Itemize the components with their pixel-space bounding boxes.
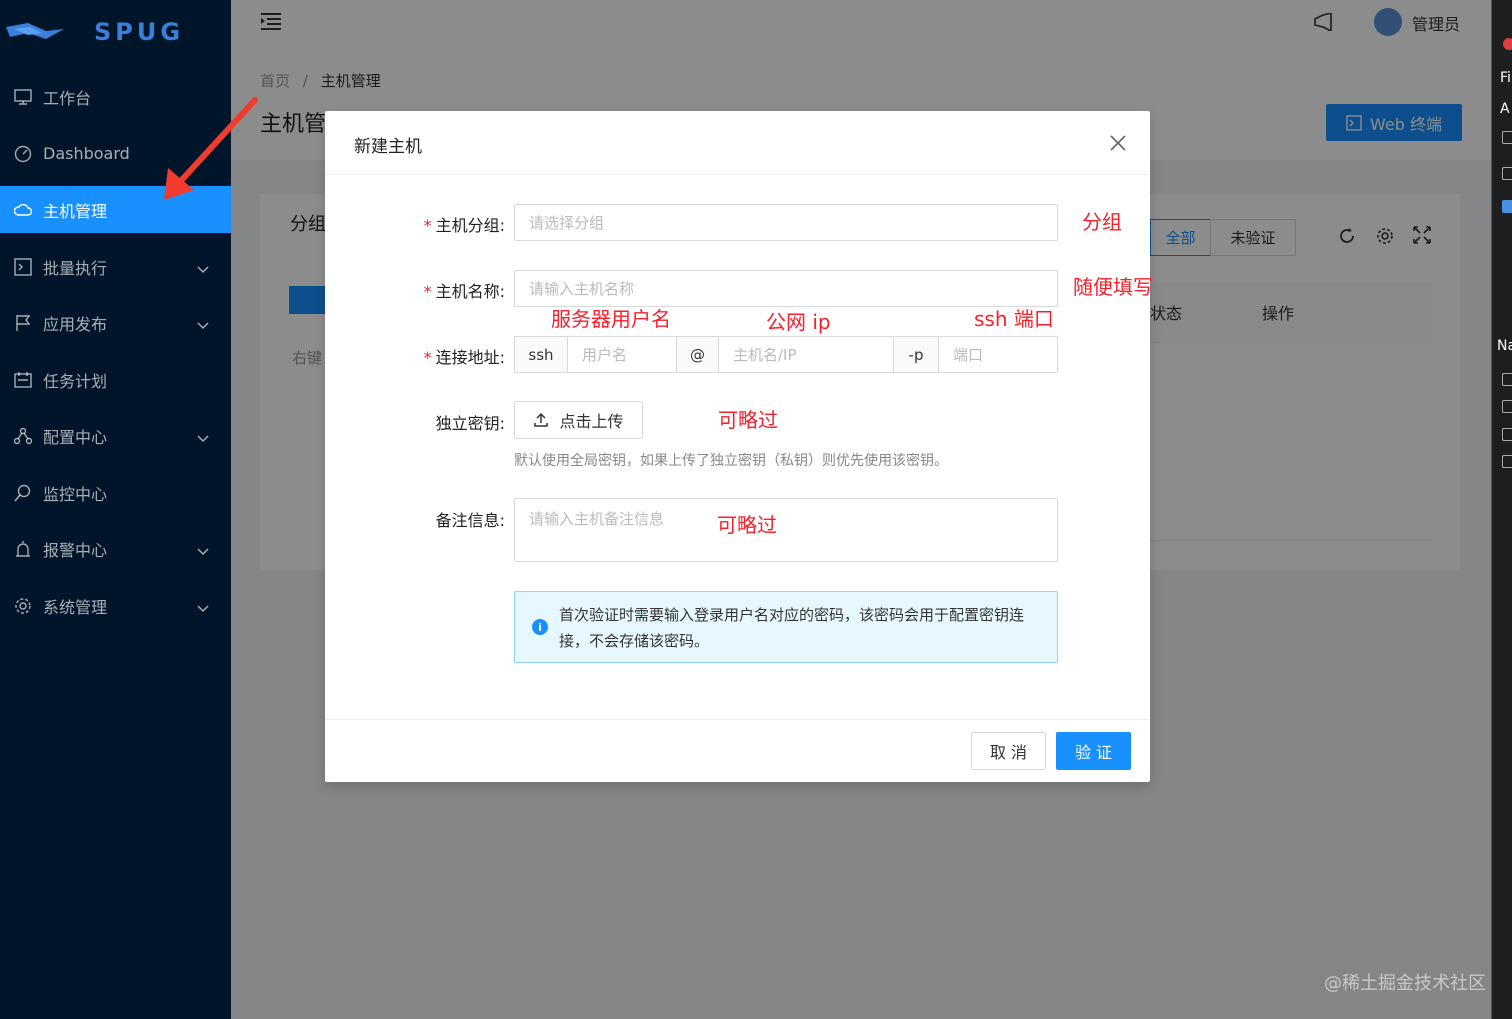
name-label: * 主机名称: [423, 282, 505, 301]
sidebar-item-3[interactable]: 批量执行 [0, 243, 231, 290]
sidebar-item-8[interactable]: 报警中心 [0, 525, 231, 572]
at-sign: @ [676, 336, 719, 373]
sidebar-item-label: 任务计划 [43, 371, 108, 391]
desc-textarea[interactable]: 请输入主机备注信息 [514, 498, 1058, 562]
chevron-down-icon [197, 259, 209, 278]
devtools-checkbox[interactable] [1502, 373, 1512, 386]
hostname-input[interactable]: 主机名/IP [718, 336, 894, 373]
desktop-icon [14, 88, 32, 106]
sidebar-item-label: 报警中心 [43, 540, 108, 560]
chevron-down-icon [197, 598, 209, 617]
devtools-checkbox-checked[interactable] [1502, 200, 1512, 213]
modal-title: 新建主机 [354, 137, 422, 157]
cancel-button[interactable]: 取 消 [971, 732, 1046, 770]
sidebar-item-label: 应用发布 [43, 314, 108, 334]
setting-icon [14, 597, 32, 615]
code-icon [14, 257, 32, 276]
chevron-down-icon [197, 428, 209, 447]
dashboard-icon [14, 145, 32, 163]
verify-button[interactable]: 验 证 [1056, 732, 1131, 770]
sidebar-item-7[interactable]: 监控中心 [0, 469, 231, 516]
devtools-text-2: A [1500, 101, 1510, 117]
sidebar-item-label: 系统管理 [43, 597, 108, 617]
port-input[interactable]: 端口 [938, 336, 1058, 373]
host-name-input[interactable]: 请输入主机名称 [514, 270, 1058, 307]
sidebar-item-label: Dashboard [43, 144, 130, 163]
upload-button[interactable]: 点击上传 [514, 401, 643, 439]
address-label: * 连接地址: [423, 348, 505, 367]
sidebar-item-4[interactable]: 应用发布 [0, 299, 231, 346]
upload-icon [534, 412, 549, 427]
annotation-group: 分组 [1082, 210, 1122, 234]
sidebar-item-6[interactable]: 配置中心 [0, 412, 231, 459]
cloud-icon [14, 201, 32, 219]
devtools-close-dot[interactable] [1503, 38, 1512, 50]
modal-header: 新建主机 [325, 111, 1150, 175]
annotation-name: 随便填写 [1073, 275, 1153, 299]
devtools-checkbox[interactable] [1502, 131, 1512, 144]
chevron-down-icon [197, 541, 209, 560]
alarm-icon [14, 540, 32, 558]
devtools-checkbox[interactable] [1502, 400, 1512, 413]
ssh-prefix: ssh [514, 336, 568, 373]
sidebar-item-label: 批量执行 [43, 258, 108, 278]
devtools-text-3: Na [1497, 338, 1512, 354]
logo-text: SPUG [94, 18, 185, 46]
schedule-icon [14, 371, 32, 389]
group-select[interactable]: 请选择分组 [514, 204, 1058, 241]
desc-label: 备注信息: [435, 511, 505, 530]
close-icon[interactable] [1108, 133, 1128, 153]
annotation-desc-skip: 可略过 [717, 513, 777, 537]
sidebar-item-label: 配置中心 [43, 427, 108, 447]
sidebar-item-9[interactable]: 系统管理 [0, 582, 231, 629]
devtools-checkbox[interactable] [1502, 167, 1512, 180]
annotation-user: 服务器用户名 [551, 307, 671, 331]
sidebar-item-label: 工作台 [43, 88, 92, 108]
watermark: @稀土掘金技术社区 [1324, 973, 1486, 994]
chevron-down-icon [197, 315, 209, 334]
devtools-text-1: Fi [1500, 70, 1511, 86]
annotation-port: ssh 端口 [974, 307, 1054, 331]
devtools-checkbox[interactable] [1502, 428, 1512, 441]
new-host-modal: 新建主机 * 主机分组: 请选择分组 * 主机名称: 请输入主机名称 * 连接地址: … [325, 111, 1150, 782]
info-icon: i [532, 619, 548, 635]
flag-icon [14, 314, 32, 332]
logo[interactable]: SPUG [0, 0, 231, 64]
key-hint: 默认使用全局密钥，如果上传了独立密钥（私钥）则优先使用该密钥。 [514, 453, 948, 469]
sidebar-item-label: 监控中心 [43, 484, 108, 504]
key-label: 独立密钥: [435, 414, 505, 433]
annotation-key-skip: 可略过 [718, 408, 778, 432]
port-prefix: -p [893, 336, 939, 373]
alert-text: 首次验证时需要输入登录用户名对应的密码，该密码会用于配置密钥连接，不会存储该密码… [559, 606, 1025, 650]
deployment-icon [14, 427, 32, 445]
upload-label: 点击上传 [559, 412, 624, 431]
monitor-icon [14, 484, 32, 502]
sidebar-item-5[interactable]: 任务计划 [0, 356, 231, 403]
info-alert: i 首次验证时需要输入登录用户名对应的密码，该密码会用于配置密钥连接，不会存储该… [514, 591, 1058, 663]
devtools-panel [1491, 0, 1512, 1019]
spug-logo-icon [6, 23, 64, 39]
sidebar-item-label: 主机管理 [43, 201, 108, 221]
group-label: * 主机分组: [423, 216, 505, 235]
devtools-checkbox[interactable] [1502, 455, 1512, 468]
annotation-arrow-icon [164, 97, 258, 200]
username-input[interactable]: 用户名 [567, 336, 677, 373]
annotation-ip: 公网 ip [766, 310, 831, 334]
